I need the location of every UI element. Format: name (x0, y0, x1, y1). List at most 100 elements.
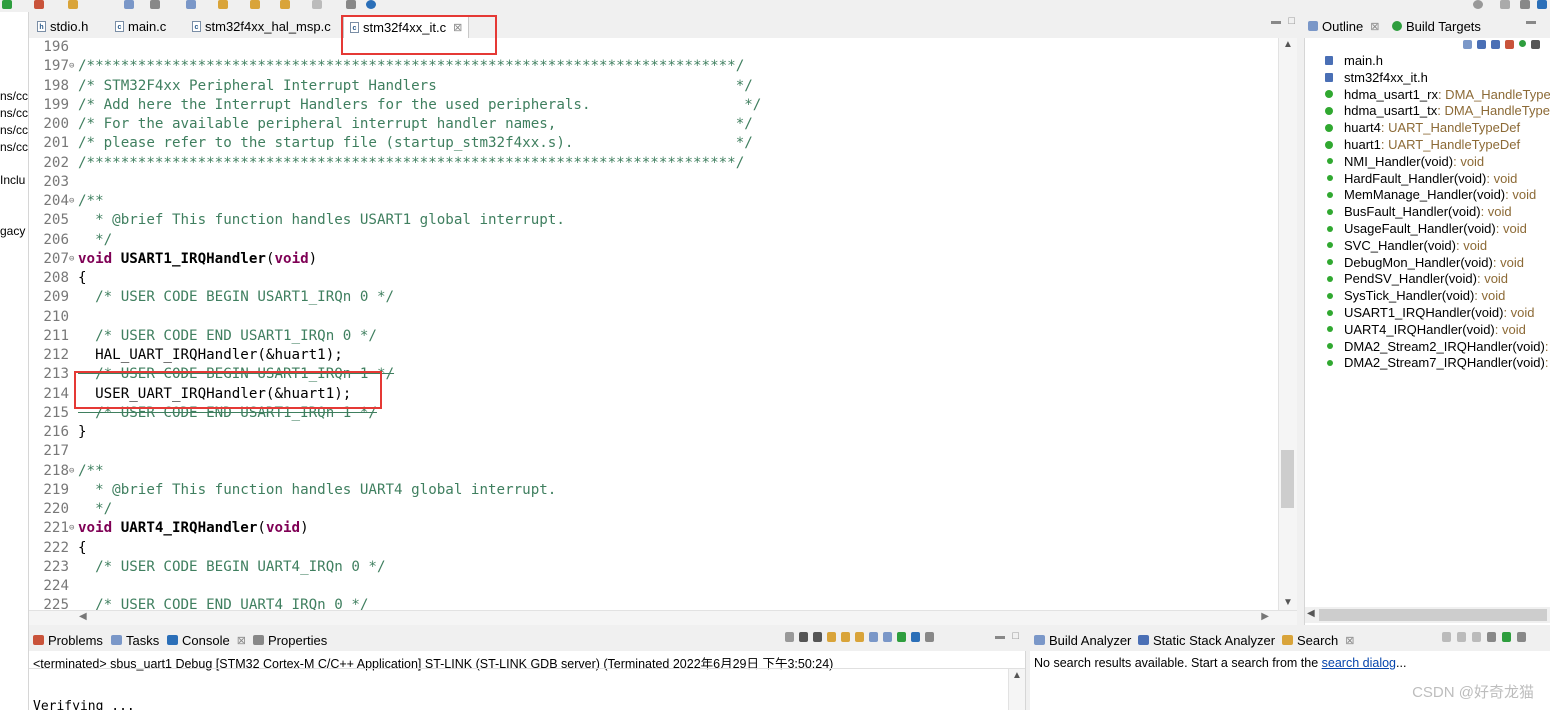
scroll-thumb[interactable] (1319, 609, 1547, 621)
open-type-icon[interactable] (68, 0, 78, 9)
search-toolbar-icon[interactable] (1473, 0, 1483, 9)
minimize-view-icon[interactable]: ▬ (995, 631, 1005, 642)
code-line[interactable]: 200 /* For the available peripheral inter… (29, 115, 752, 134)
outline-item[interactable]: BusFault_Handler(void) : void (1325, 203, 1512, 220)
code-line[interactable]: 217 (29, 442, 78, 461)
code-line[interactable]: 198 /* STM32F4xx Peripheral Interrupt Han… (29, 77, 752, 96)
show-previous-icon[interactable] (1442, 632, 1451, 642)
show-whitespace-icon[interactable] (150, 0, 160, 9)
code-line[interactable]: 220 */ (29, 500, 112, 519)
hide-non-public-icon[interactable] (1519, 40, 1526, 47)
tab-outline[interactable]: Outline ⊠ (1308, 17, 1379, 35)
code-line[interactable]: 204⊖/** (29, 192, 103, 211)
pin-search-icon[interactable] (1502, 632, 1511, 642)
outline-item[interactable]: NMI_Handler(void) : void (1325, 153, 1484, 170)
code-line[interactable]: 205 * @brief This function handles USART… (29, 211, 565, 230)
open-console-icon[interactable] (925, 632, 934, 642)
scroll-left-icon[interactable]: ◀ (1307, 608, 1315, 619)
code-line[interactable]: 203 (29, 173, 78, 192)
explorer-fragment[interactable]: ns/cc (0, 106, 28, 120)
scroll-left-icon[interactable]: ◀ (79, 611, 87, 622)
hide-macros-icon[interactable] (1531, 40, 1540, 49)
code-line[interactable]: 201 /* please refer to the startup file (… (29, 134, 752, 153)
code-line[interactable]: 197⊖/***********************************… (29, 57, 744, 76)
hide-fields-icon[interactable] (1491, 40, 1500, 49)
search-history-icon[interactable] (1472, 632, 1481, 642)
next-annotation-icon[interactable] (186, 0, 196, 9)
forward-icon[interactable] (280, 0, 290, 9)
fold-toggle-icon[interactable]: ⊖ (69, 192, 78, 211)
fold-toggle-icon[interactable]: ⊖ (69, 250, 78, 269)
outline-item[interactable]: SVC_Handler(void) : void (1325, 237, 1487, 254)
code-line[interactable]: 210 (29, 308, 78, 327)
last-edit-icon[interactable] (218, 0, 228, 9)
code-line[interactable]: 221⊖ void UART4_IRQHandler(void) (29, 519, 308, 538)
code-line[interactable]: 218⊖/** (29, 462, 103, 481)
code-line[interactable]: 212 HAL_UART_IRQHandler(&huart1); (29, 346, 342, 365)
clear-console-icon[interactable] (827, 632, 836, 642)
outline-horizontal-scrollbar[interactable]: ◀ (1305, 607, 1550, 623)
show-on-output-icon[interactable] (869, 632, 878, 642)
tab-main-c[interactable]: c main.c (109, 16, 172, 36)
remove-all-icon[interactable] (813, 632, 822, 642)
pin-console-icon[interactable] (897, 632, 906, 642)
word-wrap-icon[interactable] (855, 632, 864, 642)
editor-horizontal-scrollbar[interactable]: ◀ ▶ (29, 610, 1297, 625)
more-icon[interactable] (1517, 632, 1526, 642)
outline-item[interactable]: UART4_IRQHandler(void) : void (1325, 321, 1526, 338)
explorer-fragment[interactable]: Inclu (0, 173, 25, 187)
tab-tasks[interactable]: Tasks (111, 631, 159, 649)
explorer-fragment[interactable]: ns/cc (0, 89, 28, 103)
back-icon[interactable] (250, 0, 260, 9)
run-icon[interactable] (2, 0, 12, 9)
outline-item[interactable]: DebugMon_Handler(void) : void (1325, 254, 1524, 271)
tab-static-stack-analyzer[interactable]: Static Stack Analyzer (1138, 631, 1275, 649)
outline-item[interactable]: SysTick_Handler(void) : void (1325, 287, 1505, 304)
scroll-down-icon[interactable]: ▼ (1279, 596, 1297, 610)
minimize-view-icon[interactable]: ▬ (1526, 16, 1536, 27)
tab-build-targets[interactable]: Build Targets (1392, 17, 1481, 35)
collapse-all-icon[interactable] (1463, 40, 1472, 49)
outline-item[interactable]: MemManage_Handler(void) : void (1325, 186, 1536, 203)
minimize-editor-icon[interactable]: ▬ (1271, 16, 1281, 27)
scroll-thumb[interactable] (1281, 450, 1294, 508)
tab-problems[interactable]: Problems (33, 631, 103, 649)
explorer-fragment[interactable]: gacy (0, 224, 25, 238)
view-menu-icon[interactable] (1487, 632, 1496, 642)
cpp-perspective-icon[interactable] (1520, 0, 1530, 9)
search-dialog-link[interactable]: search dialog (1322, 656, 1396, 670)
outline-item[interactable]: hdma_usart1_rx : DMA_HandleTypeDef (1325, 86, 1550, 103)
outline-item[interactable]: DMA2_Stream7_IRQHandler(void) : void (1325, 354, 1550, 371)
tab-stm32f4xx-hal-msp-c[interactable]: c stm32f4xx_hal_msp.c (186, 16, 337, 36)
sort-icon[interactable] (1477, 40, 1486, 49)
code-line[interactable]: 207⊖ void USART1_IRQHandler(void) (29, 250, 317, 269)
outline-item[interactable]: UsageFault_Handler(void) : void (1325, 220, 1527, 237)
show-on-error-icon[interactable] (883, 632, 892, 642)
open-perspective-icon[interactable] (1500, 0, 1510, 9)
toggle-mark-icon[interactable] (124, 0, 134, 9)
tab-stdio-h[interactable]: h stdio.h (31, 16, 94, 36)
close-tab-icon[interactable]: ⊠ (1345, 634, 1354, 647)
outline-item[interactable]: hdma_usart1_tx : DMA_HandleTypeDef (1325, 102, 1550, 119)
code-line[interactable]: 208 { (29, 269, 86, 288)
maximize-editor-icon[interactable]: □ (1288, 15, 1295, 27)
outline-item[interactable]: DMA2_Stream2_IRQHandler(void) : void (1325, 338, 1550, 355)
code-line[interactable]: 211 /* USER CODE END USART1_IRQn 0 */ (29, 327, 377, 346)
console-vertical-scrollbar[interactable]: ▲ (1008, 669, 1025, 710)
editor-vertical-scrollbar[interactable]: ▲ ▼ (1278, 38, 1297, 610)
console-view[interactable]: <terminated> sbus_uart1 Debug [STM32 Cor… (29, 651, 1026, 710)
explorer-fragment[interactable]: ns/cc (0, 140, 28, 154)
fold-toggle-icon[interactable]: ⊖ (69, 462, 78, 481)
scroll-up-icon[interactable]: ▲ (1012, 670, 1022, 681)
scroll-right-icon[interactable]: ▶ (1261, 611, 1269, 622)
outline-item[interactable]: stm32f4xx_it.h (1325, 69, 1428, 86)
close-tab-icon[interactable]: ⊠ (237, 634, 246, 647)
fold-toggle-icon[interactable]: ⊖ (69, 57, 78, 76)
code-line[interactable]: 202 /************************************… (29, 154, 744, 173)
code-line[interactable]: 209 /* USER CODE BEGIN USART1_IRQn 0 */ (29, 288, 394, 307)
outline-item[interactable]: huart4 : UART_HandleTypeDef (1325, 119, 1520, 136)
hide-static-icon[interactable] (1505, 40, 1514, 49)
code-line[interactable]: 224 (29, 577, 78, 596)
tab-console[interactable]: Console ⊠ (167, 631, 246, 649)
code-area[interactable]: 196 197⊖/********************************… (29, 38, 1273, 610)
